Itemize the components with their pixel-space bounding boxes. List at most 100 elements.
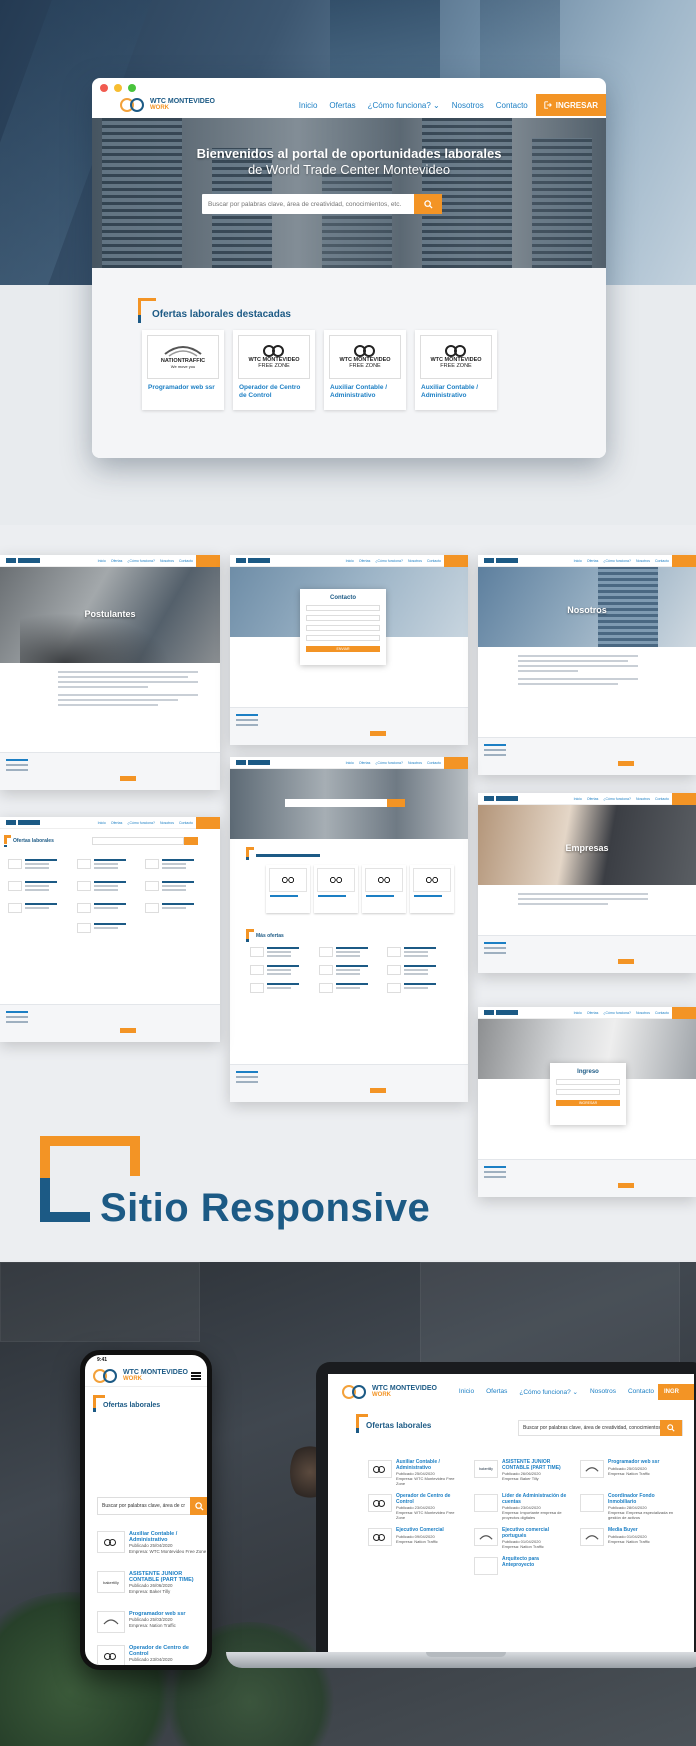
screen-ofertas: Inicio Ofertas ¿Cómo funciona? Nosotros Cont… xyxy=(0,817,220,1042)
job-title[interactable]: Auxiliar Contable / Administrativo xyxy=(324,384,406,399)
site-navbar: WTC MONTEVIDEO WORK Inicio Ofertas ¿Cómo … xyxy=(92,92,606,118)
list-item[interactable]: Ejecutivo comercial portugués Publicado 0… xyxy=(474,1527,570,1549)
form-field[interactable] xyxy=(306,605,380,611)
company-logo: bakertilly xyxy=(474,1460,498,1478)
site-logo[interactable]: WTC MONTEVIDEO WORK xyxy=(342,1385,437,1399)
login-button[interactable]: INGR xyxy=(658,1384,694,1400)
nationtraffic-logo-icon xyxy=(585,1534,599,1540)
login-form: Ingreso INGRESAR xyxy=(550,1063,626,1125)
hero-title: Bienvenidos al portal de oportunidades l… xyxy=(196,146,502,177)
list-item[interactable]: Operador de Centro de Control Publicado 2… xyxy=(97,1645,207,1665)
logo-subtext: WORK xyxy=(150,105,169,111)
nav-nosotros[interactable]: Nosotros xyxy=(590,1388,616,1396)
hero-section: WTC MONTEVIDEO WORK Inicio Ofertas ¿Cómo … xyxy=(0,0,696,525)
nav-links: Inicio Ofertas ¿Cómo funciona? ⌄ Nosotro… xyxy=(299,101,528,110)
hamburger-menu-icon[interactable] xyxy=(191,1371,201,1380)
nationtraffic-logo-icon xyxy=(479,1534,493,1540)
list-item[interactable]: Arquitecto para Anteproyecto xyxy=(474,1556,570,1575)
job-title[interactable]: Programador web ssr xyxy=(142,384,224,392)
nav-nosotros[interactable]: Nosotros xyxy=(452,101,484,110)
laptop-screen: WTC MONTEVIDEO WORK Inicio Ofertas ¿Cómo … xyxy=(328,1374,694,1652)
logo-subtext: WORK xyxy=(123,1375,142,1382)
desktop-browser-mockup: WTC MONTEVIDEO WORK Inicio Ofertas ¿Cómo … xyxy=(92,78,606,458)
nav-inicio[interactable]: Inicio xyxy=(459,1388,474,1396)
maximize-dot-icon[interactable] xyxy=(128,84,136,92)
list-item[interactable]: Operador de Centro de Control Publicado 2… xyxy=(368,1493,464,1520)
nav-como-funciona[interactable]: ¿Cómo funciona? ⌄ xyxy=(519,1388,578,1396)
form-field[interactable] xyxy=(306,635,380,641)
phone-mockup: 9:41 WTC MONTEVIDEO WORK Ofertas laborale… xyxy=(80,1350,212,1670)
company-logo xyxy=(474,1557,498,1575)
company-tagline: FREE ZONE xyxy=(349,363,381,369)
form-field[interactable] xyxy=(306,625,380,631)
nationtraffic-logo-icon xyxy=(164,346,202,357)
send-button[interactable]: ENVIAR xyxy=(306,646,380,652)
job-title[interactable]: Operador de Centro de Control xyxy=(233,384,315,399)
featured-jobs-section: Ofertas laborales destacadas NATIONTRAFF… xyxy=(92,268,606,458)
wtc-logo-icon xyxy=(104,1538,118,1546)
hero-search xyxy=(202,194,442,214)
form-field[interactable] xyxy=(556,1079,620,1085)
list-item[interactable]: bakertilly ASISTENTE JUNIOR CONTABLE (PAR… xyxy=(474,1459,570,1486)
search-button[interactable] xyxy=(660,1420,682,1436)
laptop-search: Buscar por palabras clave, área de creat… xyxy=(518,1420,683,1436)
form-field[interactable] xyxy=(556,1089,620,1095)
job-title[interactable]: Auxiliar Contable / Administrativo xyxy=(415,384,497,399)
search-input[interactable] xyxy=(202,200,414,208)
nationtraffic-logo-icon xyxy=(585,1466,599,1472)
screen-title: Nosotros xyxy=(567,605,607,615)
form-field[interactable] xyxy=(306,615,380,621)
company-logo: WTC MONTEVIDEO FREE ZONE xyxy=(420,335,492,379)
responsive-title-section: Sitio Responsive xyxy=(0,1118,696,1258)
screen-contacto: Inicio Ofertas ¿Cómo funciona? Nosotros Cont… xyxy=(230,555,468,745)
list-item[interactable]: Programador web ssr Publicado 25/03/2020 E… xyxy=(580,1459,676,1486)
list-item[interactable]: Líder de Administración de cuentas Public… xyxy=(474,1493,570,1520)
close-dot-icon[interactable] xyxy=(100,84,108,92)
login-button[interactable]: INGRESAR xyxy=(535,94,606,116)
search-button[interactable] xyxy=(190,1497,207,1515)
site-logo[interactable]: WTC MONTEVIDEO WORK xyxy=(93,1368,188,1383)
list-item[interactable]: Ejecutivo Comercial Publicado 09/04/2020 E… xyxy=(368,1527,464,1549)
wtc-logo-icon xyxy=(93,1368,119,1383)
wtc-logo-icon xyxy=(373,1533,387,1541)
login-label: INGRESAR xyxy=(555,100,598,110)
login-submit-button[interactable]: INGRESAR xyxy=(556,1100,620,1106)
search-input[interactable]: Buscar por palabras clave, área de cr xyxy=(98,1503,190,1509)
nav-ofertas[interactable]: Ofertas xyxy=(329,101,355,110)
job-card[interactable]: NATIONTRAFFIC We move you Programador we… xyxy=(142,330,224,410)
list-item[interactable]: Auxiliar Contable / Administrativo Public… xyxy=(368,1459,464,1486)
job-card[interactable]: WTC MONTEVIDEO FREE ZONE Auxiliar Contab… xyxy=(324,330,406,410)
wtc-logo-icon xyxy=(373,1499,387,1507)
job-card[interactable]: WTC MONTEVIDEO FREE ZONE Auxiliar Contab… xyxy=(415,330,497,410)
more-offers-title: Más ofertas xyxy=(256,933,284,939)
nav-contacto[interactable]: Contacto xyxy=(496,101,528,110)
minimize-dot-icon[interactable] xyxy=(114,84,122,92)
screen-nosotros: Inicio Ofertas ¿Cómo funciona? Nosotros Cont… xyxy=(478,555,696,775)
section-title: Sitio Responsive xyxy=(100,1186,431,1230)
form-title: Ingreso xyxy=(577,1069,599,1075)
company-logo xyxy=(580,1494,604,1512)
job-card[interactable]: WTC MONTEVIDEO FREE ZONE Operador de Cen… xyxy=(233,330,315,410)
company-tagline: FREE ZONE xyxy=(258,363,290,369)
hero-banner: Bienvenidos al portal de oportunidades l… xyxy=(92,118,606,268)
nav-inicio[interactable]: Inicio xyxy=(299,101,318,110)
company-logo xyxy=(474,1494,498,1512)
list-item[interactable]: Auxiliar Contable / Administrativo Public… xyxy=(97,1531,207,1571)
wtc-logo-icon xyxy=(445,345,467,357)
list-item[interactable]: Media Buyer Publicado 01/04/2020 Empresa: … xyxy=(580,1527,676,1549)
phone-search: Buscar por palabras clave, área de cr xyxy=(97,1497,207,1515)
list-item[interactable]: Coordinador Fondo Inmobiliario Publicado … xyxy=(580,1493,676,1520)
wtc-logo-icon xyxy=(373,1465,387,1473)
list-item[interactable]: bakertilly ASISTENTE JUNIOR CONTABLE (PA… xyxy=(97,1571,207,1611)
nav-ofertas[interactable]: Ofertas xyxy=(486,1388,507,1396)
screen-home: Inicio Ofertas ¿Cómo funciona? Nosotros Cont… xyxy=(230,757,468,1102)
search-input[interactable]: Buscar por palabras clave, área de creat… xyxy=(519,1425,660,1431)
site-logo[interactable]: WTC MONTEVIDEO WORK xyxy=(120,98,215,112)
wtc-logo-icon xyxy=(263,345,285,357)
nav-contacto[interactable]: Contacto xyxy=(628,1388,654,1396)
logo-text: WTC MONTEVIDEO xyxy=(372,1385,437,1392)
search-icon xyxy=(194,1501,204,1511)
company-logo: WTC MONTEVIDEO FREE ZONE xyxy=(329,335,401,379)
search-button[interactable] xyxy=(414,194,442,214)
nav-como-funciona[interactable]: ¿Cómo funciona? ⌄ xyxy=(368,101,440,110)
